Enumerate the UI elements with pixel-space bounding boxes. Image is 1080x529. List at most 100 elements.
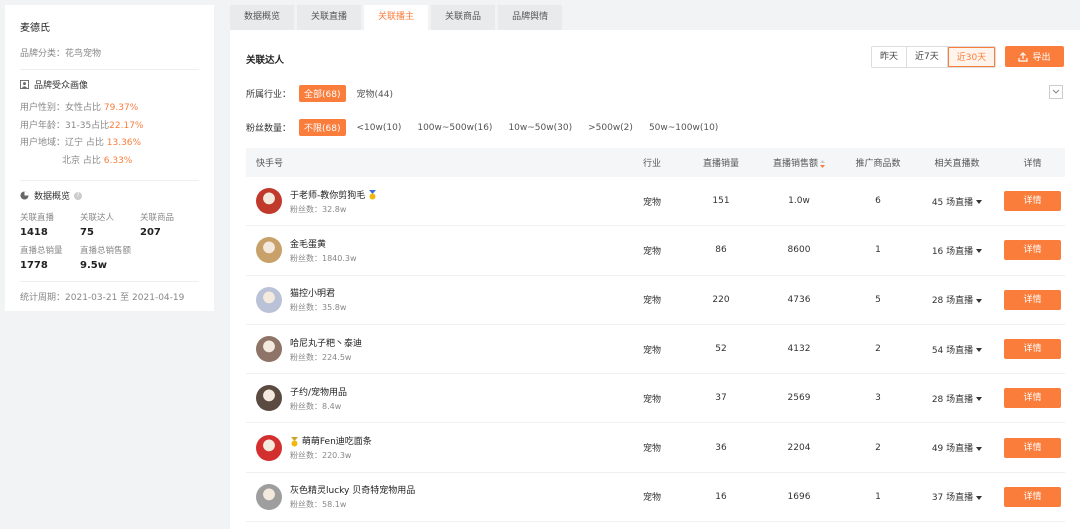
- fans-chip[interactable]: 100w~500w(16): [412, 121, 497, 135]
- col-header-sales[interactable]: 直播销量: [686, 156, 756, 169]
- date-yesterday-button[interactable]: 昨天: [872, 47, 908, 67]
- caret-down-icon: [976, 446, 983, 451]
- sales-cell: 151: [712, 196, 730, 207]
- date-30days-button[interactable]: 近30天: [947, 47, 996, 67]
- table-header: 快手号 行业 直播销量 直播销售额 推广商品数 相关直播数 详情: [246, 148, 1065, 177]
- audience-region-2: 北京 占比 6.33%: [62, 155, 133, 166]
- avatar[interactable]: [256, 483, 282, 510]
- anchor-cell: 于老师-教你剪狗毛 粉丝数：32.8w: [246, 188, 618, 215]
- export-icon: [1018, 51, 1029, 62]
- anchor-fans: 粉丝数：220.3w: [290, 451, 352, 461]
- detail-button[interactable]: 详情: [1004, 191, 1061, 212]
- anchor-fans: 粉丝数：224.5w: [290, 352, 352, 362]
- goods-count-cell: 5: [875, 294, 881, 305]
- detail-cell: 详情: [1000, 240, 1065, 261]
- avatar[interactable]: [256, 286, 282, 313]
- fans-chip-all[interactable]: 不限(68): [299, 119, 346, 136]
- avatar[interactable]: [256, 188, 282, 215]
- export-button[interactable]: 导出: [1005, 46, 1064, 67]
- caret-down-icon: [976, 495, 983, 500]
- brand-category: 品牌分类：花鸟宠物: [20, 49, 102, 59]
- anchor-name[interactable]: 哈尼丸子粑丶泰迪: [290, 336, 362, 349]
- detail-cell: 详情: [1000, 339, 1065, 360]
- live-count-dropdown[interactable]: 49 场直播: [914, 441, 1000, 454]
- anchor-name[interactable]: 灰色精灵lucky 贝奇特宠物用品: [290, 483, 415, 496]
- live-count-dropdown[interactable]: 28 场直播: [914, 392, 1000, 405]
- overview-title: 数据概览 ?: [20, 189, 199, 202]
- industry-cell: 宠物: [642, 246, 661, 257]
- overview-stats: 关联直播 1418 关联达人 75 关联商品 207 直播总销量 1778 直播总销售额…: [20, 211, 199, 271]
- brand-info-panel: 麦德氏 品牌分类：花鸟宠物 品牌受众画像 用户性别：女性占比 79.37% 用户…: [5, 5, 214, 311]
- chevron-down-icon: [1052, 89, 1060, 94]
- tab-data-overview[interactable]: 数据概览: [230, 5, 295, 30]
- caret-down-icon: [976, 397, 983, 402]
- detail-button[interactable]: 详情: [1004, 437, 1061, 458]
- col-header-goods[interactable]: 推广商品数: [842, 156, 914, 169]
- anchor-name[interactable]: 猫控小明君: [290, 286, 346, 299]
- industry-cell: 宠物: [642, 444, 661, 455]
- anchor-name[interactable]: 萌萌Fen迪吃面条: [290, 434, 372, 447]
- fans-chip[interactable]: 50w~100w(10): [644, 121, 723, 135]
- amount-cell: 1.0w: [788, 196, 810, 207]
- avatar[interactable]: [256, 237, 282, 264]
- avatar[interactable]: [256, 434, 282, 461]
- industry-cell: 宠物: [642, 493, 661, 504]
- detail-cell: 详情: [1000, 486, 1065, 507]
- anchor-fans: 粉丝数：1840.3w: [290, 253, 357, 263]
- detail-button[interactable]: 详情: [1004, 339, 1061, 360]
- live-count-dropdown[interactable]: 28 场直播: [914, 293, 1000, 306]
- fans-chip[interactable]: 10w~50w(30): [503, 121, 577, 135]
- live-count-dropdown[interactable]: 37 场直播: [914, 490, 1000, 503]
- detail-button[interactable]: 详情: [1004, 388, 1061, 409]
- detail-button[interactable]: 详情: [1004, 240, 1061, 261]
- amount-cell: 2204: [787, 442, 811, 453]
- tab-related-live[interactable]: 关联直播: [297, 5, 362, 30]
- avatar[interactable]: [256, 336, 282, 363]
- detail-cell: 详情: [1000, 388, 1065, 409]
- anchor-fans: 粉丝数：32.8w: [290, 204, 347, 214]
- tab-brand-sentiment[interactable]: 品牌舆情: [498, 5, 563, 30]
- tab-related-anchors[interactable]: 关联播主: [364, 5, 429, 30]
- anchor-name[interactable]: 金毛蛋黄: [290, 237, 357, 250]
- fans-filter: 粉丝数量： 不限(68) <10w(10) 100w~500w(16) 10w~…: [246, 119, 729, 136]
- sales-cell: 36: [715, 442, 727, 453]
- anchor-cell: 灰色精灵lucky 贝奇特宠物用品 粉丝数：58.1w: [246, 483, 618, 510]
- col-header-amount[interactable]: 直播销售额: [756, 156, 842, 169]
- tab-related-goods[interactable]: 关联商品: [431, 5, 496, 30]
- industry-cell: 宠物: [642, 197, 661, 208]
- fans-chip[interactable]: >500w(2): [583, 121, 638, 135]
- amount-cell: 4132: [787, 344, 811, 355]
- anchor-name[interactable]: 于老师-教你剪狗毛: [290, 188, 377, 201]
- industry-cell: 宠物: [642, 296, 661, 307]
- live-count-dropdown[interactable]: 16 场直播: [914, 244, 1000, 257]
- avatar[interactable]: [256, 385, 282, 412]
- detail-cell: 详情: [1000, 437, 1065, 458]
- sales-cell: 86: [715, 245, 727, 256]
- table-row: 萌萌Fen迪吃面条 粉丝数：220.3w 宠物 36 2204 2 49 场直播…: [246, 423, 1065, 473]
- live-count-dropdown[interactable]: 54 场直播: [914, 343, 1000, 356]
- info-icon[interactable]: ?: [74, 191, 83, 200]
- stat-item: 关联达人 75: [80, 213, 115, 238]
- audience-title: 品牌受众画像: [20, 78, 199, 91]
- industry-chip-all[interactable]: 全部(68): [299, 85, 346, 102]
- amount-cell: 8600: [787, 245, 811, 256]
- col-header-industry: 行业: [642, 159, 661, 169]
- detail-button[interactable]: 详情: [1004, 486, 1061, 507]
- detail-cell: 详情: [1000, 191, 1065, 212]
- date-7days-button[interactable]: 近7天: [907, 47, 948, 67]
- industry-chip-pet[interactable]: 宠物(44): [352, 85, 398, 102]
- audience-icon: [20, 80, 29, 89]
- collapse-toggle[interactable]: [1049, 85, 1063, 99]
- fans-chip[interactable]: <10w(10): [352, 121, 407, 135]
- amount-cell: 4736: [787, 294, 811, 305]
- sort-desc-icon[interactable]: [820, 159, 825, 168]
- col-header-lives[interactable]: 相关直播数: [914, 156, 1000, 169]
- anchor-name[interactable]: 子约/宠物用品: [290, 385, 347, 398]
- caret-down-icon: [976, 249, 983, 254]
- industry-cell: 宠物: [642, 345, 661, 356]
- live-count-dropdown[interactable]: 45 场直播: [914, 195, 1000, 208]
- medal-icon: [369, 190, 377, 200]
- detail-button[interactable]: 详情: [1004, 289, 1061, 310]
- sales-cell: 37: [715, 393, 727, 404]
- industry-cell: 宠物: [642, 394, 661, 405]
